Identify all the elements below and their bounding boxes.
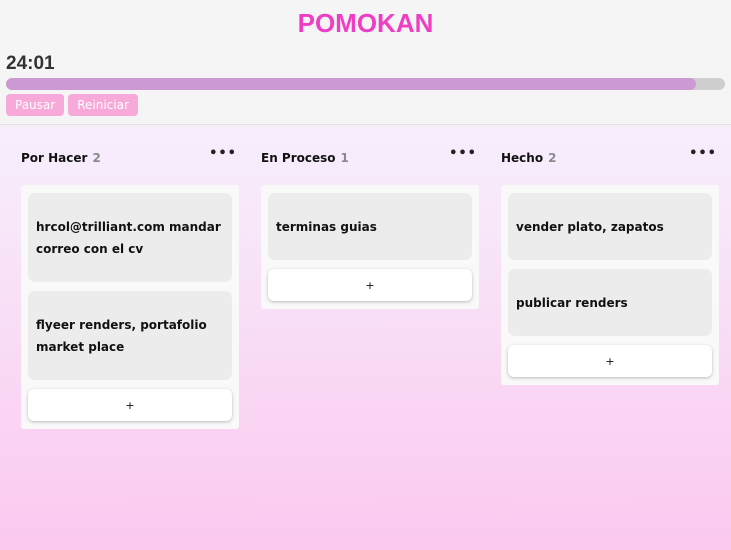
- pause-button[interactable]: Pausar: [6, 94, 65, 116]
- column-body: hrcol@trilliant.com mandar correo con el…: [21, 185, 239, 429]
- column-count: 2: [548, 151, 557, 165]
- task-card[interactable]: flyeer renders, portafolio market place: [28, 291, 232, 380]
- column-menu-icon[interactable]: •••: [449, 146, 477, 161]
- timer-header: POMOKAN 24:01 Pausar Reiniciar: [0, 0, 731, 125]
- timer-progress-bar: [6, 78, 725, 90]
- task-card[interactable]: hrcol@trilliant.com mandar correo con el…: [28, 193, 232, 282]
- task-card-text: vender plato, zapatos: [516, 219, 664, 234]
- task-card-text: hrcol@trilliant.com mandar correo con el…: [36, 219, 221, 256]
- column-en-proceso: En Proceso 1 ••• terminas guias +: [261, 146, 479, 309]
- column-body: vender plato, zapatos publicar renders +: [501, 185, 719, 385]
- timer-display: 24:01: [6, 53, 55, 74]
- column-header: En Proceso 1 •••: [261, 146, 479, 166]
- task-card[interactable]: terminas guias: [268, 193, 472, 260]
- task-card[interactable]: vender plato, zapatos: [508, 193, 712, 260]
- task-card-text: flyeer renders, portafolio market place: [36, 317, 207, 354]
- app-title: POMOKAN: [297, 8, 434, 38]
- add-card-button[interactable]: +: [268, 269, 472, 301]
- column-hecho: Hecho 2 ••• vender plato, zapatos publica…: [501, 146, 719, 385]
- column-title: En Proceso: [261, 151, 336, 165]
- column-count: 2: [92, 151, 101, 165]
- add-card-button[interactable]: +: [28, 389, 232, 421]
- restart-button[interactable]: Reiniciar: [68, 94, 138, 116]
- timer-controls: Pausar Reiniciar: [6, 94, 138, 116]
- column-menu-icon[interactable]: •••: [689, 146, 717, 161]
- add-card-button[interactable]: +: [508, 345, 712, 377]
- column-header: Por Hacer 2 •••: [21, 146, 239, 166]
- task-card[interactable]: publicar renders: [508, 269, 712, 336]
- timer-progress-fill: [6, 78, 697, 90]
- task-card-text: terminas guias: [276, 219, 377, 234]
- column-body: terminas guias +: [261, 185, 479, 309]
- column-title: Hecho: [501, 151, 544, 165]
- column-title: Por Hacer: [21, 151, 88, 165]
- column-menu-icon[interactable]: •••: [209, 146, 237, 161]
- column-count: 1: [340, 151, 349, 165]
- column-por-hacer: Por Hacer 2 ••• hrcol@trilliant.com manda…: [21, 146, 239, 429]
- task-card-text: publicar renders: [516, 295, 628, 310]
- column-header: Hecho 2 •••: [501, 146, 719, 166]
